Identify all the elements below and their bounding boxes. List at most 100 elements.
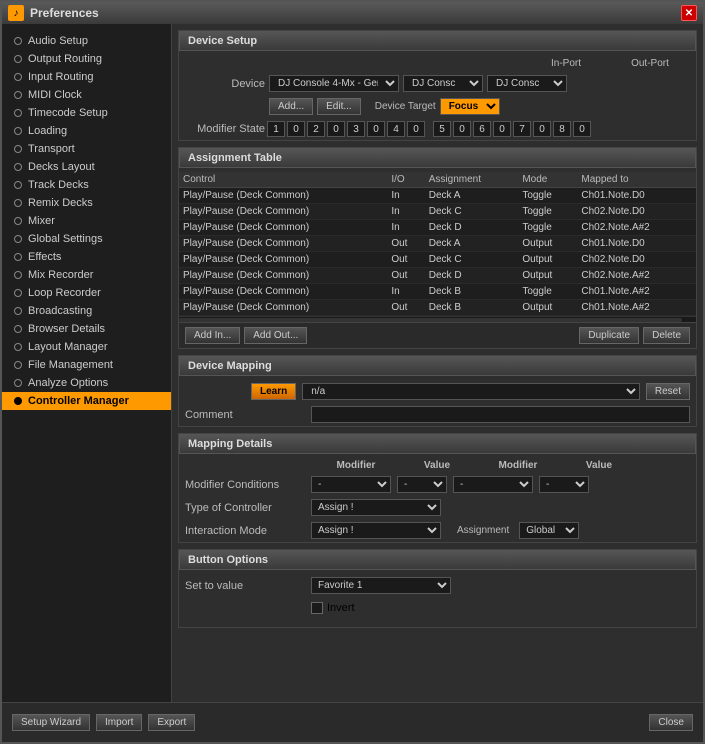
device-label: Device [185, 78, 265, 90]
sidebar-item-analyze-options[interactable]: Analyze Options [2, 374, 171, 392]
sidebar-item-mixer[interactable]: Mixer [2, 212, 171, 230]
sidebar-item-file-management[interactable]: File Management [2, 356, 171, 374]
add-in-button[interactable]: Add In... [185, 327, 240, 344]
table-row[interactable]: Play/Pause (Deck Common)OutDeck BOutputC… [179, 300, 696, 316]
table-cell-mode: Toggle [518, 188, 577, 204]
set-to-value-select[interactable]: Favorite 1 [311, 577, 451, 594]
modifier-cond-dash2[interactable]: - [539, 476, 589, 493]
table-row[interactable]: Play/Pause (Deck Common)InDeck AToggleCh… [179, 188, 696, 204]
table-row[interactable]: Play/Pause (Deck Common)InDeck CToggleCh… [179, 204, 696, 220]
sidebar-item-output-routing[interactable]: Output Routing [2, 50, 171, 68]
assignment-select[interactable]: Global [519, 522, 579, 539]
edit-button[interactable]: Edit... [317, 98, 361, 115]
table-row[interactable]: Play/Pause (Deck Common)InDeck BToggleCh… [179, 284, 696, 300]
device-mapping-section: Device Mapping Learn n/a Reset Comment [178, 355, 697, 427]
sidebar-item-label: Browser Details [28, 323, 105, 335]
device-setup-section: Device Setup In-Port Out-Port Device DJ … [178, 30, 697, 141]
sidebar-dot [14, 181, 22, 189]
modifier-state-row: Modifier State 1 0 2 0 3 0 4 0 5 0 6 0 7… [179, 118, 696, 140]
mod-val-8: 0 [573, 121, 591, 137]
sidebar-dot [14, 361, 22, 369]
reset-button[interactable]: Reset [646, 383, 690, 400]
sidebar-item-track-decks[interactable]: Track Decks [2, 176, 171, 194]
modifier-col-headers: Modifier Value Modifier Value [179, 458, 696, 473]
sidebar-dot [14, 217, 22, 225]
modifier-cond-select2[interactable]: - [453, 476, 533, 493]
table-row[interactable]: Play/Pause (Deck Common)OutDeck COutputC… [179, 252, 696, 268]
delete-button[interactable]: Delete [643, 327, 690, 344]
table-cell-control: Play/Pause (Deck Common) [179, 220, 387, 236]
table-button-row: Add In... Add Out... Duplicate Delete [179, 322, 696, 348]
sidebar-dot [14, 127, 22, 135]
sidebar-item-timecode-setup[interactable]: Timecode Setup [2, 104, 171, 122]
setup-wizard-button[interactable]: Setup Wizard [12, 714, 90, 731]
modifier-cond-select1[interactable]: - [311, 476, 391, 493]
sidebar-item-loop-recorder[interactable]: Loop Recorder [2, 284, 171, 302]
table-scrollbar[interactable] [179, 316, 696, 322]
title-bar: ♪ Preferences ✕ [2, 2, 703, 24]
add-out-button[interactable]: Add Out... [244, 327, 307, 344]
in-port-select[interactable]: DJ Consc [403, 75, 483, 92]
table-cell-mode: Toggle [518, 204, 577, 220]
window-close-button[interactable]: ✕ [681, 5, 697, 21]
comment-row: Comment [179, 403, 696, 426]
table-row[interactable]: Play/Pause (Deck Common)OutDeck AOutputC… [179, 236, 696, 252]
mod-num-7: 7 [513, 121, 531, 137]
table-cell-assignment: Deck B [425, 284, 519, 300]
table-row[interactable]: Play/Pause (Deck Common)OutDeck DOutputC… [179, 268, 696, 284]
duplicate-button[interactable]: Duplicate [579, 327, 639, 344]
sidebar-item-transport[interactable]: Transport [2, 140, 171, 158]
close-button[interactable]: Close [649, 714, 693, 731]
col-mode: Mode [518, 172, 577, 188]
type-of-controller-select[interactable]: Assign ! [311, 499, 441, 516]
interaction-mode-select[interactable]: Assign ! [311, 522, 441, 539]
value-col-label: Value [407, 460, 467, 471]
sidebar-item-label: Track Decks [28, 179, 89, 191]
device-target-select[interactable]: Focus [440, 98, 500, 115]
sidebar-dot [14, 91, 22, 99]
sidebar-dot [14, 289, 22, 297]
table-cell-mapped: Ch01.Note.A#2 [577, 284, 696, 300]
sidebar-item-mix-recorder[interactable]: Mix Recorder [2, 266, 171, 284]
port-labels: In-Port Out-Port [526, 58, 690, 69]
assignment-table-wrapper[interactable]: Control I/O Assignment Mode Mapped to Pl… [179, 172, 696, 316]
device-select[interactable]: DJ Console 4-Mx - Gen [269, 75, 399, 92]
add-button[interactable]: Add... [269, 98, 313, 115]
mod-num-8: 8 [553, 121, 571, 137]
sidebar-item-input-routing[interactable]: Input Routing [2, 68, 171, 86]
table-cell-mode: Toggle [518, 220, 577, 236]
sidebar-item-remix-decks[interactable]: Remix Decks [2, 194, 171, 212]
sidebar-item-layout-manager[interactable]: Layout Manager [2, 338, 171, 356]
sidebar-dot [14, 325, 22, 333]
sidebar-item-loading[interactable]: Loading [2, 122, 171, 140]
learn-button[interactable]: Learn [251, 383, 296, 400]
sidebar-item-browser-details[interactable]: Browser Details [2, 320, 171, 338]
table-cell-assignment: Deck D [425, 268, 519, 284]
assignment-table: Control I/O Assignment Mode Mapped to Pl… [179, 172, 696, 316]
comment-input[interactable] [311, 406, 690, 423]
table-cell-io: Out [387, 236, 424, 252]
mapping-value-select[interactable]: n/a [302, 383, 640, 400]
sidebar-item-midi-clock[interactable]: MIDI Clock [2, 86, 171, 104]
export-button[interactable]: Export [148, 714, 195, 731]
sidebar-item-decks-layout[interactable]: Decks Layout [2, 158, 171, 176]
right-panel: Device Setup In-Port Out-Port Device DJ … [172, 24, 703, 702]
sidebar-item-broadcasting[interactable]: Broadcasting [2, 302, 171, 320]
sidebar-item-audio-setup[interactable]: Audio Setup [2, 32, 171, 50]
sidebar-item-effects[interactable]: Effects [2, 248, 171, 266]
table-cell-assignment: Deck C [425, 204, 519, 220]
table-cell-mapped: Ch02.Note.A#2 [577, 268, 696, 284]
sidebar-dot [14, 271, 22, 279]
table-cell-assignment: Deck A [425, 188, 519, 204]
sidebar-item-controller-manager[interactable]: Controller Manager [2, 392, 171, 410]
invert-checkbox[interactable] [311, 602, 323, 614]
import-button[interactable]: Import [96, 714, 142, 731]
col-assignment: Assignment [425, 172, 519, 188]
sidebar-item-global-settings[interactable]: Global Settings [2, 230, 171, 248]
out-port-select[interactable]: DJ Consc [487, 75, 567, 92]
table-header-row: Control I/O Assignment Mode Mapped to [179, 172, 696, 188]
table-row[interactable]: Play/Pause (Deck Common)InDeck DToggleCh… [179, 220, 696, 236]
sidebar-dot [14, 37, 22, 45]
table-cell-mapped: Ch01.Note.D0 [577, 236, 696, 252]
modifier-cond-dash1[interactable]: - [397, 476, 447, 493]
